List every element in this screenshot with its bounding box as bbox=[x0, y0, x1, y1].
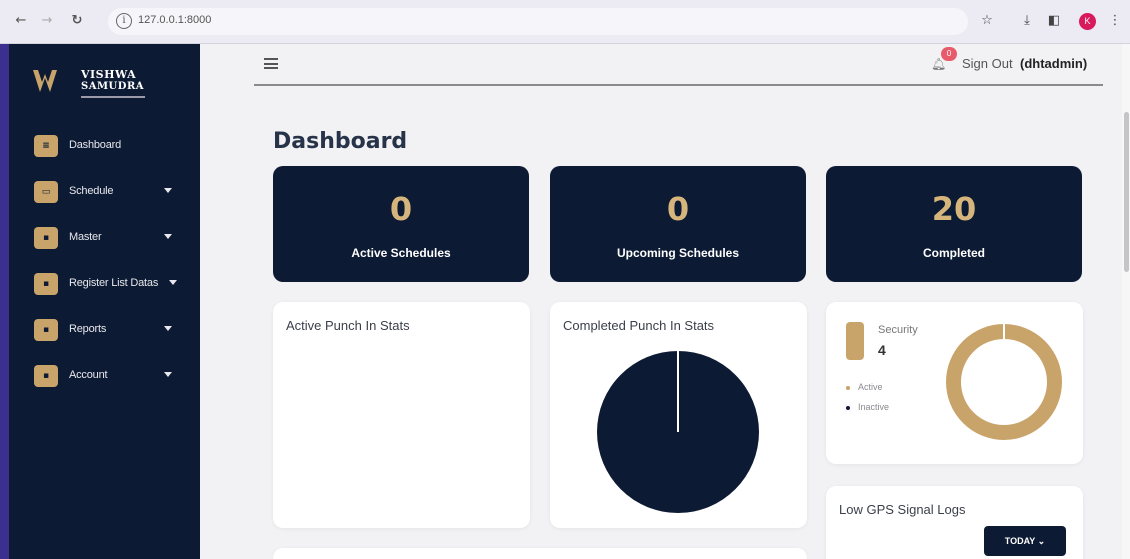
sidebar-item-dashboard[interactable]: ≡ Dashboard bbox=[9, 130, 200, 162]
sidebar-item-label: Account bbox=[69, 369, 108, 381]
brand-name-line2: SAMUDRA bbox=[81, 81, 145, 92]
register-icon: ▪ bbox=[34, 273, 58, 295]
sidebar-item-label: Master bbox=[69, 231, 102, 243]
download-icon[interactable]: ⤓ bbox=[1018, 12, 1036, 30]
brand-logo-icon bbox=[33, 70, 57, 92]
security-label: Security bbox=[878, 324, 918, 336]
master-icon: ▪ bbox=[34, 227, 58, 249]
chevron-down-icon bbox=[164, 188, 172, 193]
more-menu-icon[interactable]: ⋮ bbox=[1106, 12, 1124, 30]
sidebar-item-account[interactable]: ▪ Account bbox=[9, 360, 200, 392]
security-panel: Security 4 Active Inactive bbox=[826, 302, 1083, 464]
notification-badge: 0 bbox=[941, 47, 957, 61]
low-gps-panel: Low GPS Signal Logs TODAY ⌄ bbox=[826, 486, 1083, 559]
account-icon: ▪ bbox=[34, 365, 58, 387]
bookmark-star-icon[interactable]: ☆ bbox=[978, 12, 996, 30]
sidebar-item-master[interactable]: ▪ Master bbox=[9, 222, 200, 254]
stat-label: Active Schedules bbox=[351, 246, 451, 260]
page-title: Dashboard bbox=[273, 129, 408, 154]
stat-card-completed[interactable]: 20 Completed bbox=[826, 166, 1082, 282]
pie-slice-active bbox=[946, 324, 1062, 440]
sidebar-item-label: Register List Datas bbox=[69, 277, 159, 289]
header-divider bbox=[254, 84, 1103, 86]
forward-icon[interactable]: → bbox=[38, 12, 56, 30]
profile-avatar[interactable]: K bbox=[1079, 13, 1096, 30]
sidebar-item-label: Dashboard bbox=[69, 139, 122, 151]
sidebar-item-reports[interactable]: ▪ Reports bbox=[9, 314, 200, 346]
sidebar-item-label: Reports bbox=[69, 323, 107, 335]
legend-item-active: Active bbox=[846, 382, 883, 392]
stat-label: Upcoming Schedules bbox=[616, 246, 740, 260]
sidebar: VISHWA SAMUDRA ≡ Dashboard ▭ Schedule ▪ … bbox=[9, 44, 200, 559]
active-punch-panel: Active Punch In Stats bbox=[273, 302, 530, 528]
completed-punch-pie-chart bbox=[597, 351, 759, 513]
sidebar-item-schedule[interactable]: ▭ Schedule bbox=[9, 176, 200, 208]
brand-tagline-bar bbox=[81, 96, 145, 98]
reload-icon[interactable]: ↻ bbox=[68, 12, 86, 30]
stat-card-active-schedules[interactable]: 0 Active Schedules bbox=[273, 166, 529, 282]
security-count: 4 bbox=[878, 342, 886, 358]
chevron-down-icon bbox=[164, 372, 172, 377]
stat-value: 20 bbox=[931, 190, 977, 228]
sidepanel-icon[interactable]: ◧ bbox=[1045, 12, 1063, 30]
menu-toggle-icon[interactable] bbox=[264, 58, 278, 69]
site-info-icon[interactable]: i bbox=[116, 13, 132, 29]
chevron-down-icon bbox=[164, 326, 172, 331]
sign-out-link[interactable]: Sign Out bbox=[962, 56, 1013, 71]
reports-icon: ▪ bbox=[34, 319, 58, 341]
panel-title: Low GPS Signal Logs bbox=[839, 502, 966, 517]
scrollbar-thumb[interactable] bbox=[1124, 112, 1129, 272]
legend-swatch bbox=[846, 385, 850, 390]
sidebar-item-label: Schedule bbox=[69, 185, 114, 197]
chevron-down-icon bbox=[164, 234, 172, 239]
back-icon[interactable]: ← bbox=[12, 12, 30, 30]
panel-title: Active Punch In Stats bbox=[286, 318, 410, 333]
lower-panel bbox=[273, 548, 807, 559]
completed-punch-panel: Completed Punch In Stats bbox=[550, 302, 807, 528]
security-donut-chart bbox=[946, 324, 1062, 440]
url-text: 127.0.0.1:8000 bbox=[138, 14, 212, 26]
today-filter-button[interactable]: TODAY ⌄ bbox=[984, 526, 1066, 556]
browser-toolbar: ← → ↻ i 127.0.0.1:8000 ☆ ⤓ ◧ K ⋮ bbox=[0, 0, 1130, 44]
legend-label: Active bbox=[858, 382, 883, 392]
stat-label: Completed bbox=[922, 246, 985, 260]
stat-value: 0 bbox=[389, 190, 413, 228]
brand-name-line1: VISHWA bbox=[81, 68, 137, 81]
schedule-icon: ▭ bbox=[34, 181, 58, 203]
legend-label: Inactive bbox=[858, 402, 890, 412]
chevron-down-icon bbox=[169, 280, 177, 285]
sidebar-item-register-list-datas[interactable]: ▪ Register List Datas bbox=[9, 268, 200, 300]
stat-value: 0 bbox=[666, 190, 690, 228]
panel-title: Completed Punch In Stats bbox=[563, 318, 715, 333]
dashboard-icon: ≡ bbox=[34, 135, 58, 157]
address-bar[interactable]: i 127.0.0.1:8000 bbox=[108, 8, 968, 35]
legend-item-inactive: Inactive bbox=[846, 402, 889, 412]
security-guard-icon bbox=[846, 322, 864, 360]
stat-card-upcoming-schedules[interactable]: 0 Upcoming Schedules bbox=[550, 166, 806, 282]
username-label: (dhtadmin) bbox=[1020, 56, 1088, 71]
main-content: 🔔︎ 0 Sign Out (dhtadmin) Dashboard 0 Act… bbox=[200, 44, 1122, 559]
legend-swatch bbox=[846, 405, 850, 410]
